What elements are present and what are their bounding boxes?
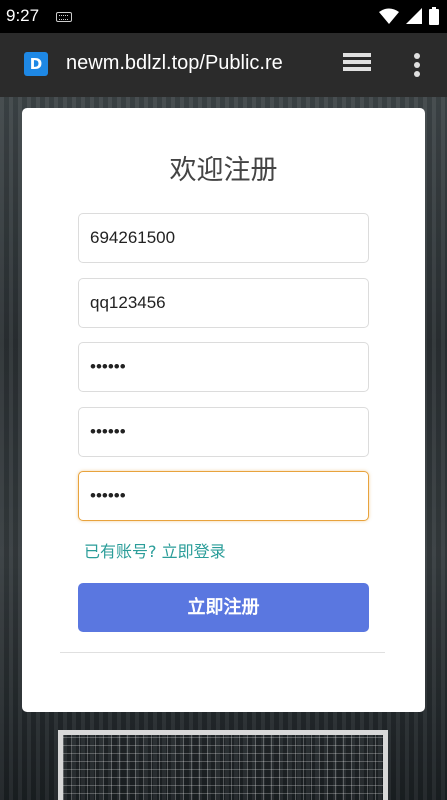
keyboard-icon <box>56 12 72 22</box>
battery-icon <box>429 7 439 25</box>
username-input[interactable]: 694261500 <box>78 213 369 263</box>
security-password-input[interactable]: •••••• <box>78 471 369 521</box>
status-icons <box>379 7 439 25</box>
register-card: 欢迎注册 694261500 qq123456 •••••• •••••• ••… <box>22 108 425 712</box>
divider <box>60 652 385 653</box>
password-input[interactable]: •••••• <box>78 342 369 392</box>
site-favicon-icon[interactable]: D <box>24 52 48 76</box>
goal-net-image <box>58 730 388 800</box>
login-link[interactable]: 已有账号? 立即登录 <box>84 538 226 562</box>
page-title: 欢迎注册 <box>169 155 278 186</box>
overflow-menu-icon[interactable] <box>413 52 421 78</box>
status-time: 9:27 <box>6 6 40 25</box>
register-button[interactable]: 立即注册 <box>78 583 369 632</box>
confirm-password-input[interactable]: •••••• <box>78 407 369 457</box>
signal-icon <box>406 8 422 24</box>
qq-input[interactable]: qq123456 <box>78 278 369 328</box>
tabs-icon[interactable] <box>343 53 373 75</box>
wifi-icon <box>379 8 399 24</box>
address-bar[interactable]: newm.bdlzl.top/Public.re <box>66 52 283 75</box>
status-bar: 9:27 <box>0 0 447 33</box>
